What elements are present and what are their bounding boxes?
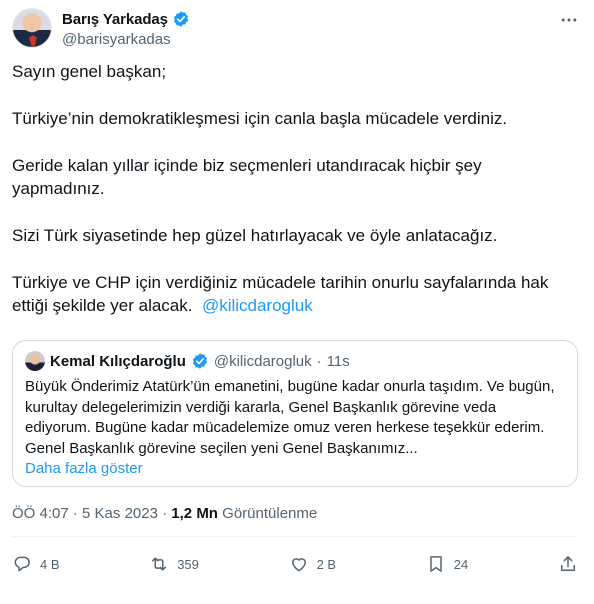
tweet-header: Barış Yarkadaş @barisyarkadas	[12, 8, 580, 52]
tweet-paragraph: Türkiye’nin demokratikleşmesi için canla…	[12, 109, 508, 128]
tweet-date[interactable]: 5 Kas 2023	[82, 505, 158, 522]
tweet-paragraph: Sayın genel başkan;	[12, 62, 167, 81]
quoted-tweet[interactable]: Kemal Kılıçdaroğlu @kilicdarogluk · 11s …	[12, 340, 578, 487]
separator: ·	[162, 505, 172, 522]
show-more-link[interactable]: Daha fazla göster	[25, 460, 565, 477]
bookmark-icon	[430, 556, 442, 572]
author-avatar[interactable]	[12, 8, 52, 48]
views-label: Görüntülenme	[222, 505, 318, 522]
mention-link[interactable]: @kilicdarogluk	[202, 296, 313, 315]
retweet-icon	[152, 557, 167, 571]
like-button[interactable]: 2 B	[289, 554, 337, 574]
tweet-paragraph: Geride kalan yıllar içinde biz seçmenler…	[12, 156, 482, 198]
retweet-button[interactable]: 359	[149, 554, 199, 574]
separator: ·	[316, 352, 322, 370]
tweet-text: Sayın genel başkan; Türkiye’nin demokrat…	[12, 60, 578, 317]
separator: ·	[72, 505, 83, 522]
quoted-author-avatar	[25, 351, 45, 371]
tweet-paragraph-last: Türkiye ve CHP için verdiğiniz mücadele …	[12, 271, 578, 317]
bookmark-button[interactable]: 24	[426, 554, 468, 574]
verified-badge-icon	[172, 10, 190, 28]
tweet: Barış Yarkadaş @barisyarkadas Sayın gene…	[0, 0, 594, 604]
quoted-author-handle: @kilicdarogluk	[213, 352, 312, 370]
quoted-author-name: Kemal Kılıçdaroğlu	[50, 352, 186, 370]
author-names: Barış Yarkadaş @barisyarkadas	[62, 8, 190, 48]
retweet-count: 359	[177, 556, 199, 572]
reply-count: 4 B	[40, 556, 60, 572]
action-bar: 4 B 359 2 B 24	[12, 552, 578, 576]
quoted-time: 11s	[326, 352, 350, 370]
divider	[12, 536, 578, 537]
reply-icon	[14, 556, 30, 572]
tweet-time[interactable]: ÖÖ 4:07	[12, 505, 69, 522]
heart-icon	[291, 558, 306, 572]
share-button[interactable]	[558, 554, 578, 574]
views-count: 1,2 Mn	[171, 505, 218, 522]
author-name-row: Barış Yarkadaş	[62, 10, 190, 28]
more-options-icon[interactable]	[558, 10, 580, 30]
quoted-tweet-text: Büyük Önderimiz Atatürk’ün emanetini, bu…	[25, 378, 555, 457]
quoted-tweet-header: Kemal Kılıçdaroğlu @kilicdarogluk · 11s	[25, 351, 565, 371]
bookmark-count: 24	[453, 556, 469, 572]
author-display-name[interactable]: Barış Yarkadaş	[62, 11, 168, 28]
reply-button[interactable]: 4 B	[12, 554, 60, 574]
share-icon	[560, 556, 575, 571]
verified-badge-icon	[191, 352, 209, 370]
like-count: 2 B	[316, 556, 337, 572]
tweet-meta: ÖÖ 4:07 · 5 Kas 2023 · 1,2 Mn Görüntülen…	[12, 505, 317, 522]
tweet-paragraph: Sizi Türk siyasetinde hep güzel hatırlay…	[12, 226, 498, 245]
author-handle[interactable]: @barisyarkadas	[62, 31, 190, 48]
